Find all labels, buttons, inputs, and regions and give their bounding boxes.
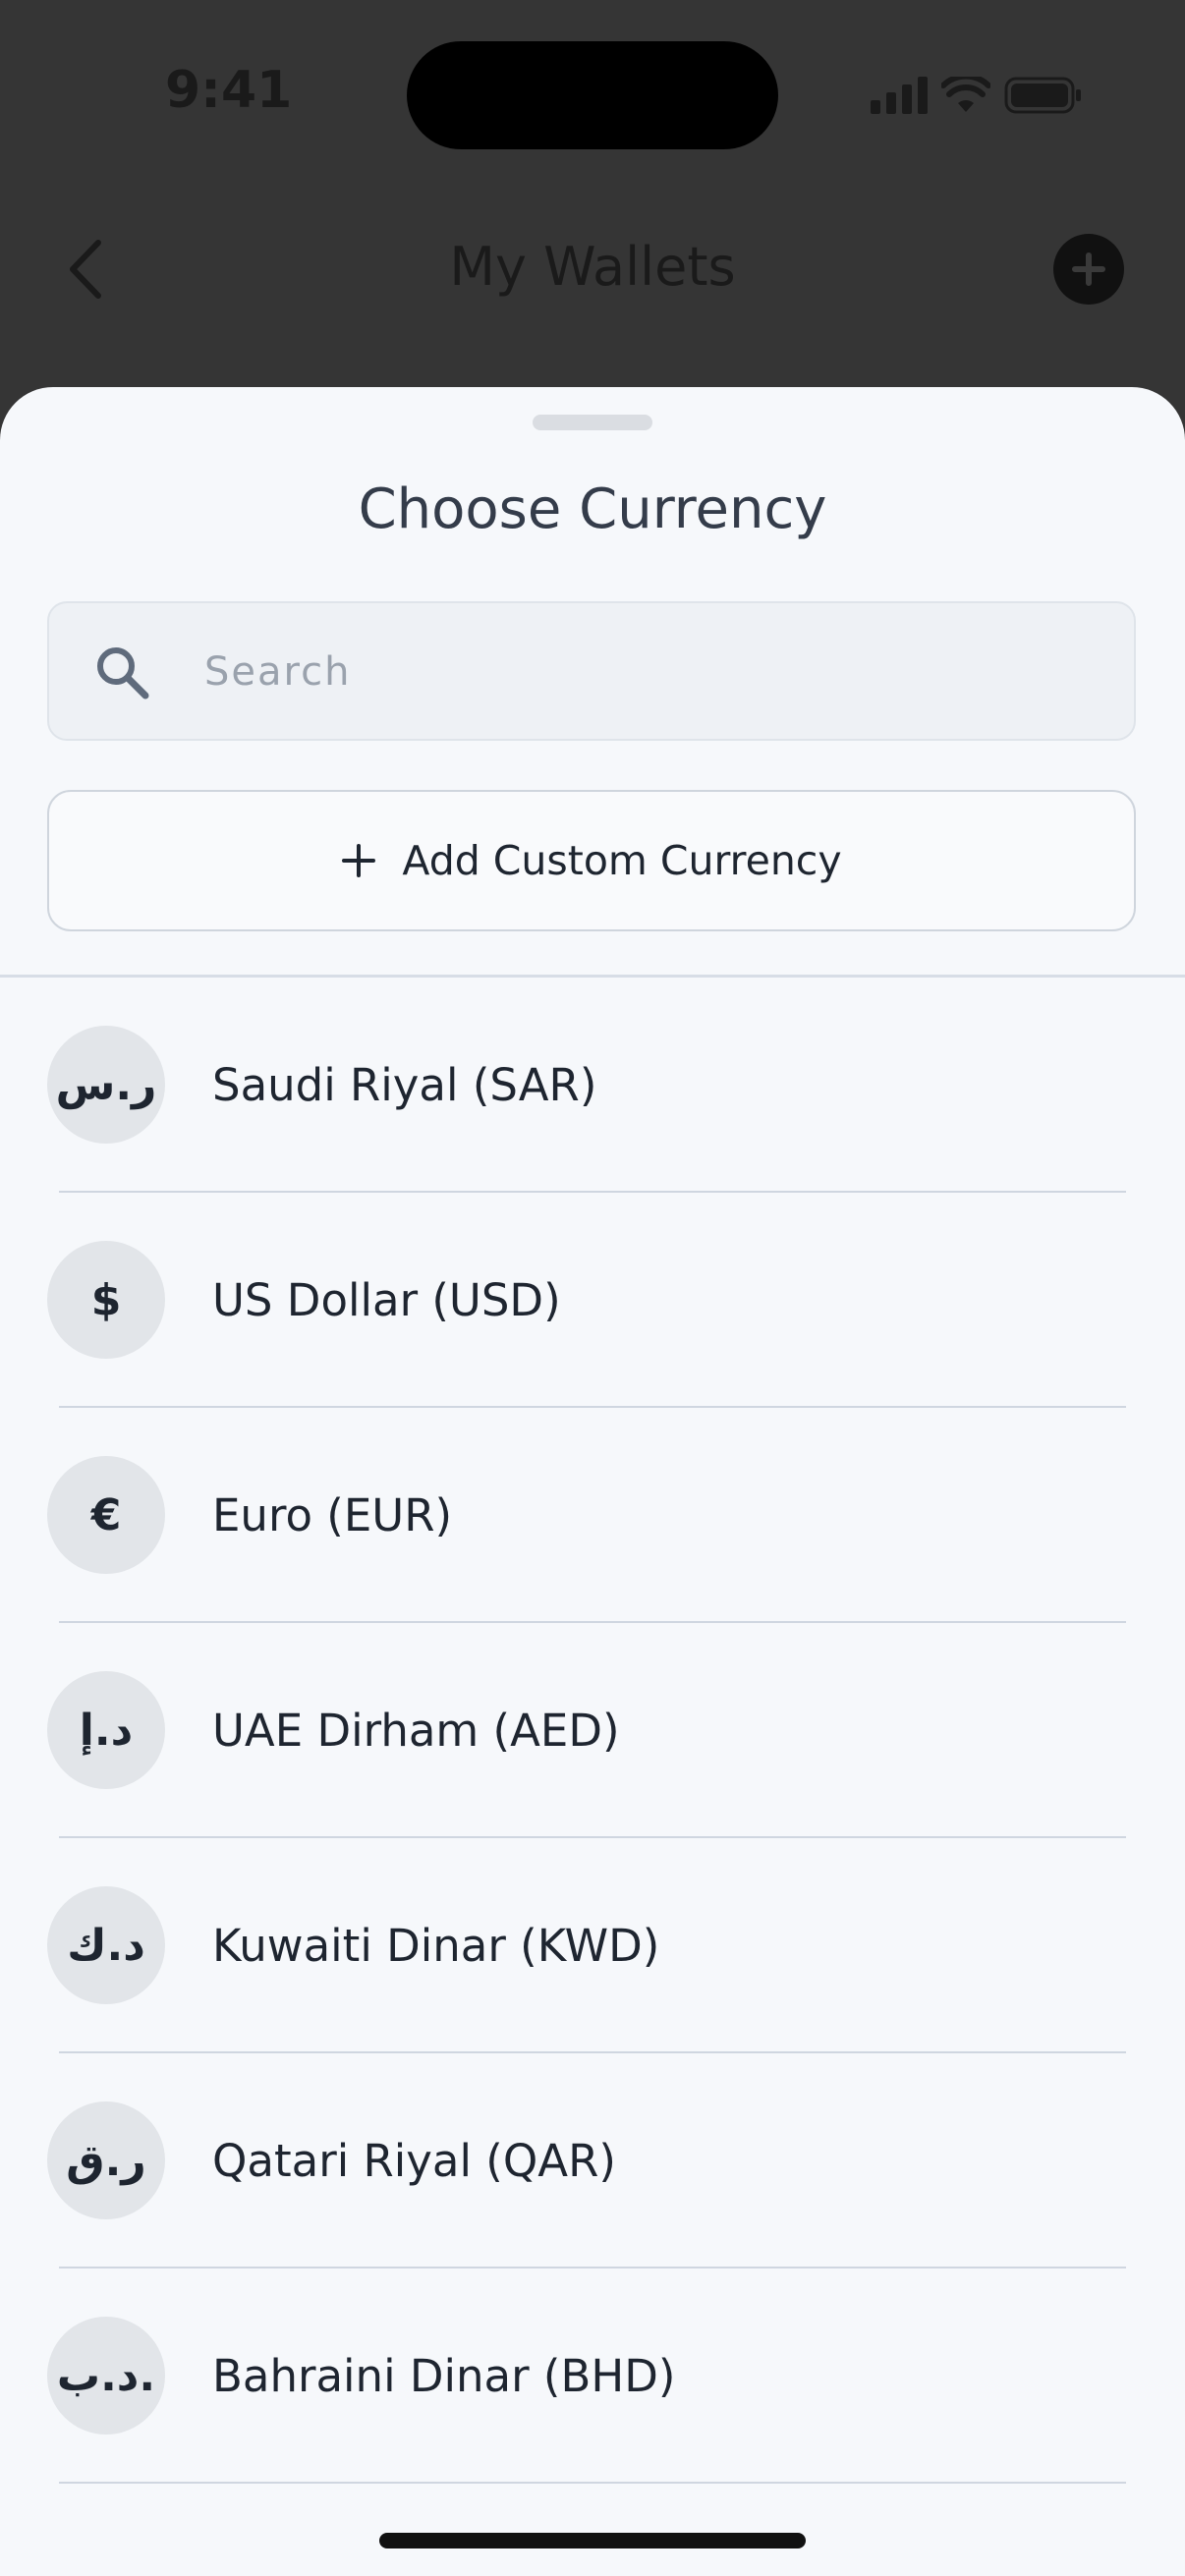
- search-icon: [97, 647, 149, 700]
- status-time: 9:41: [165, 61, 293, 120]
- currency-item-sar[interactable]: ر.س Saudi Riyal (SAR): [0, 978, 1185, 1193]
- row-divider: [59, 2482, 1126, 2484]
- currency-item-eur[interactable]: € Euro (EUR): [0, 1408, 1185, 1623]
- plus-circle-icon: [1072, 252, 1105, 286]
- currency-item-aed[interactable]: د.إ UAE Dirham (AED): [0, 1623, 1185, 1838]
- currency-symbol: ر.ق: [47, 2101, 165, 2219]
- currency-list: ر.س Saudi Riyal (SAR) $ US Dollar (USD) …: [0, 978, 1185, 2484]
- header: My Wallets: [0, 187, 1185, 344]
- currency-symbol: د.ك: [47, 1886, 165, 2004]
- currency-item-kwd[interactable]: د.ك Kuwaiti Dinar (KWD): [0, 1838, 1185, 2053]
- currency-name: UAE Dirham (AED): [212, 1705, 620, 1757]
- status-icons: [871, 71, 1083, 120]
- currency-name: Kuwaiti Dinar (KWD): [212, 1920, 660, 1972]
- currency-name: Bahraini Dinar (BHD): [212, 2350, 676, 2402]
- currency-symbol: د.إ: [47, 1671, 165, 1789]
- add-custom-currency-button[interactable]: Add Custom Currency: [47, 790, 1136, 931]
- currency-name: US Dollar (USD): [212, 1274, 561, 1326]
- wifi-icon: [941, 77, 990, 112]
- battery-icon: [1004, 77, 1081, 114]
- status-bar: 9:41: [0, 0, 1185, 187]
- currency-symbol: €: [47, 1456, 165, 1574]
- currency-item-qar[interactable]: ر.ق Qatari Riyal (QAR): [0, 2053, 1185, 2268]
- currency-name: Qatari Riyal (QAR): [212, 2135, 616, 2187]
- currency-item-bhd[interactable]: د.ب. Bahraini Dinar (BHD): [0, 2268, 1185, 2484]
- cellular-signal-icon: [871, 77, 928, 114]
- add-custom-currency-label: Add Custom Currency: [402, 837, 842, 884]
- currency-symbol: د.ب.: [47, 2317, 165, 2435]
- page-title: My Wallets: [449, 236, 736, 298]
- dynamic-island: [407, 41, 778, 149]
- sheet-title: Choose Currency: [358, 477, 827, 541]
- currency-symbol: ر.س: [47, 1026, 165, 1144]
- currency-name: Saudi Riyal (SAR): [212, 1059, 597, 1111]
- search-box[interactable]: [47, 601, 1136, 741]
- currency-symbol: $: [47, 1241, 165, 1359]
- add-wallet-button[interactable]: [1053, 234, 1124, 305]
- currency-name: Euro (EUR): [212, 1489, 453, 1541]
- home-indicator[interactable]: [379, 2533, 806, 2548]
- plus-icon: [342, 844, 376, 877]
- currency-item-usd[interactable]: $ US Dollar (USD): [0, 1193, 1185, 1408]
- sheet-grabber[interactable]: [533, 415, 652, 430]
- search-input[interactable]: [202, 603, 1091, 741]
- choose-currency-sheet: Choose Currency Add Custom Currency ر.س …: [0, 387, 1185, 2576]
